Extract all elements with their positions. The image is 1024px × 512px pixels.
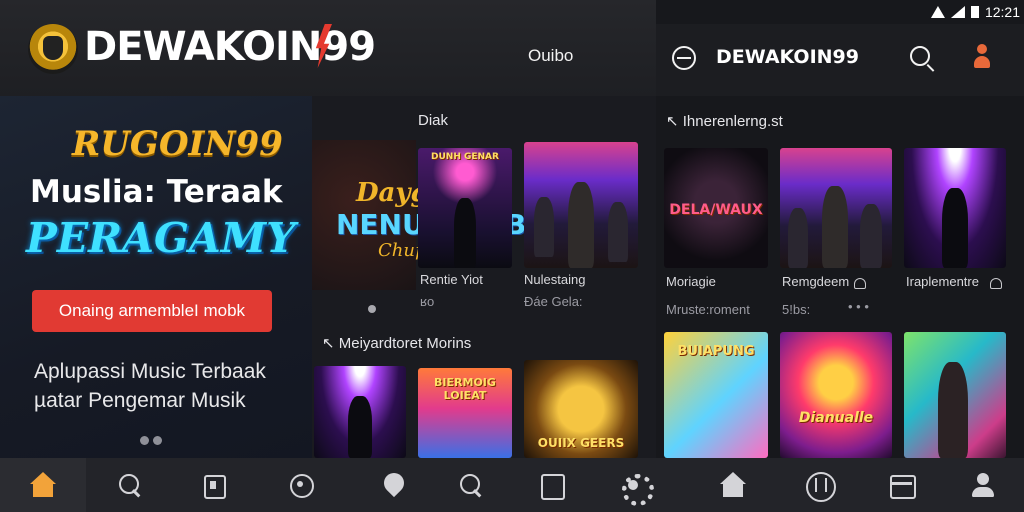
album-title[interactable]: Remgdeem — [782, 274, 849, 289]
search-icon[interactable] — [117, 472, 143, 498]
status-bar: 12:21 — [880, 3, 1020, 21]
carousel-dot[interactable] — [140, 436, 149, 445]
performer-silhouette — [454, 198, 476, 268]
hero-headline-accent: PERAGAMY — [26, 214, 296, 262]
section-title-text: Ihnerenlerng.st — [682, 113, 783, 130]
heart-icon[interactable] — [854, 278, 866, 289]
album-thumbnail[interactable] — [904, 148, 1006, 268]
discover-icon[interactable] — [288, 472, 314, 498]
album-thumbnail[interactable] — [314, 366, 406, 458]
album-art-text: BUIAPUNG — [677, 344, 755, 359]
section-title: ↖ Meiyardtoret Morins — [322, 335, 472, 352]
album-thumbnail[interactable] — [780, 148, 892, 268]
album-thumbnail[interactable]: BIERMOIG LOIEAT — [418, 368, 512, 458]
signal-icon — [950, 6, 965, 18]
performer-silhouette — [860, 204, 882, 268]
left-brand-name[interactable]: DEWAKOIN99 — [84, 24, 376, 70]
performer-silhouette — [822, 186, 848, 268]
album-art-text: BIERMOIG LOIEAT — [434, 376, 496, 402]
heart-icon[interactable] — [990, 278, 1002, 289]
hero-cta-button[interactable]: Onaing armembleI mobk — [32, 290, 272, 332]
search-icon[interactable] — [910, 46, 930, 66]
feature-carousel-dot[interactable] — [368, 305, 376, 313]
hero-carousel-dots[interactable] — [140, 436, 162, 445]
hero-subtitle: Aplupassi Music Terbaak — [34, 360, 266, 383]
home-icon[interactable] — [30, 472, 56, 498]
album-subtitle: Ðáe Gela: — [524, 294, 583, 309]
search-icon[interactable] — [458, 472, 484, 498]
album-thumbnail[interactable]: OUIIX GEERS — [524, 360, 638, 458]
brand-emblem-icon[interactable] — [28, 24, 78, 74]
album-title[interactable]: Rentie Yiot — [420, 272, 483, 287]
right-app-title: DEWAKOIN99 — [716, 46, 859, 68]
album-thumbnail[interactable] — [524, 142, 638, 268]
section-title: ↖ Ihnerenlerng.st — [666, 113, 783, 130]
album-art-text: DELA/WAUX — [669, 202, 763, 218]
user-icon[interactable] — [970, 472, 996, 498]
brand-mark-icon[interactable] — [806, 472, 836, 502]
album-art-text: DUNH GENAR — [431, 152, 499, 162]
battery-icon — [970, 6, 979, 18]
document-icon[interactable] — [538, 472, 565, 500]
performer-silhouette — [938, 362, 968, 458]
performer-silhouette — [788, 208, 808, 268]
hero-logo: RUGOIN99 — [72, 124, 283, 164]
album-thumbnail[interactable]: Dianualle — [780, 332, 892, 458]
performer-silhouette — [942, 188, 968, 268]
performer-silhouette — [534, 197, 554, 257]
performer-silhouette — [608, 202, 628, 262]
performer-silhouette — [348, 396, 372, 458]
album-subtitle: ʁo — [420, 294, 435, 309]
hero-headline: Muslia: Teraak — [30, 174, 283, 210]
box-icon[interactable] — [888, 472, 916, 499]
pin-icon[interactable] — [381, 472, 407, 498]
album-art-text: OUIIX GEERS — [537, 436, 625, 450]
header-link[interactable]: Ouibo — [528, 46, 573, 66]
album-title[interactable]: Moriagie — [666, 274, 716, 289]
gear-icon[interactable] — [620, 472, 654, 506]
bottom-navigation — [0, 458, 1024, 512]
section-title-text: Meiyardtoret Morins — [338, 335, 472, 352]
library-icon[interactable] — [200, 472, 226, 499]
back-icon[interactable] — [672, 46, 696, 70]
album-thumbnail[interactable]: BUIAPUNG — [664, 332, 768, 458]
section-title: Diak — [418, 112, 449, 129]
album-thumbnail[interactable]: DELA/WAUX — [664, 148, 768, 268]
album-title[interactable]: Iraplementre — [906, 274, 979, 289]
album-thumbnail[interactable]: DUNH GENAR — [418, 148, 512, 268]
wifi-icon — [930, 6, 945, 18]
hero-subtitle-2: µatar Pengemar Musik — [34, 389, 246, 412]
carousel-dot[interactable] — [153, 436, 162, 445]
status-time: 12:21 — [984, 4, 1020, 20]
album-thumbnail[interactable] — [904, 332, 1006, 458]
album-title[interactable]: Nulestaing — [524, 272, 585, 287]
home-icon[interactable] — [720, 472, 746, 498]
album-subtitle: 5!bs: — [782, 302, 811, 317]
performer-silhouette — [568, 182, 594, 268]
profile-icon[interactable] — [974, 44, 990, 68]
album-subtitle: Mruste:roment — [666, 302, 750, 317]
more-options-dots[interactable]: • • • — [848, 299, 869, 314]
album-art-text: Dianualle — [798, 410, 874, 426]
